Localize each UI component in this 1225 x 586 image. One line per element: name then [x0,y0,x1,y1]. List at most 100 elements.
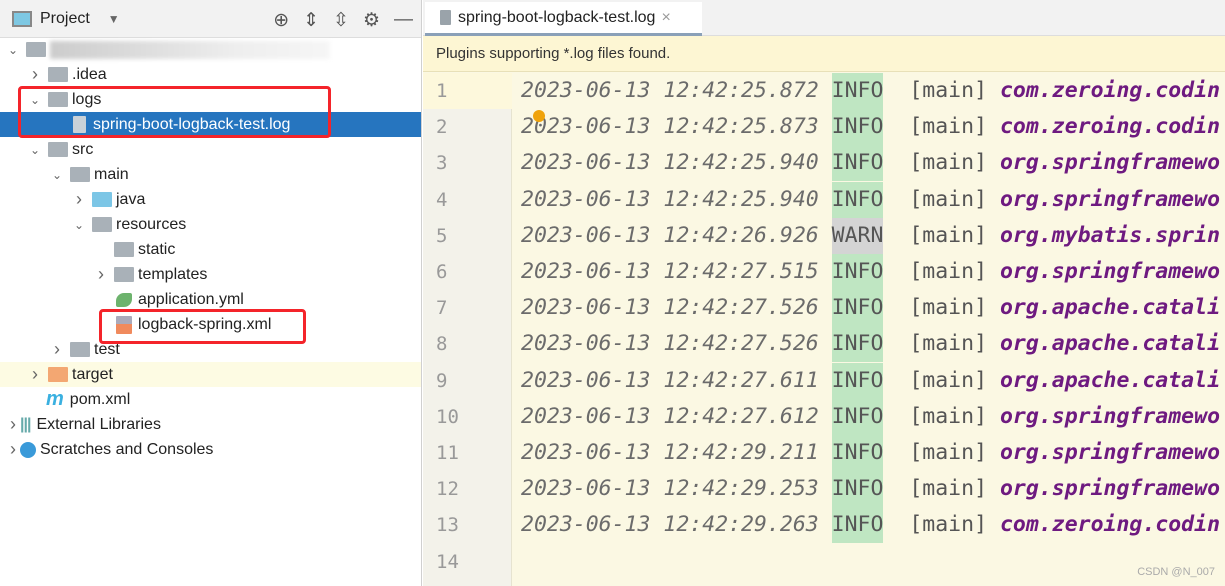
tree-item[interactable]: ⌄ [0,37,421,62]
log-level: INFO [831,145,884,182]
tree-item[interactable]: › .idea [0,62,421,87]
tree-item[interactable]: › ||| External Libraries [0,412,421,437]
logger-class: org.apache.catali [999,367,1221,393]
tree-item[interactable]: ⌄ src [0,137,421,162]
gear-icon[interactable]: ⚙ [363,9,380,32]
chevron-down-icon[interactable]: ⌄ [50,168,64,182]
logger-class: org.springframewo [999,403,1221,429]
tree-item[interactable]: m pom.xml [0,387,421,412]
log-level: INFO [831,181,884,218]
chevron-down-icon[interactable]: ▼ [108,12,120,26]
chevron-down-icon[interactable]: ⌄ [28,143,42,157]
tree-item-label: main [94,165,129,183]
log-level: INFO [831,507,884,544]
module-icon [26,42,46,57]
logger-class: com.zeroing.codin [999,78,1221,103]
folder-blue-icon [92,192,112,207]
tree-item-label: .idea [72,65,107,83]
chevron-down-icon[interactable]: ⌄ [72,218,86,232]
editor-tabs: spring-boot-logback-test.log × [423,0,1225,36]
chevron-right-icon[interactable]: › [6,439,20,460]
timestamp: 2023-06-13 12:42:25.872 [521,78,819,103]
log-line: 2023-06-13 12:42:27.515 INFO [main] org.… [521,254,1220,290]
chevron-right-icon[interactable]: › [94,264,108,285]
project-title[interactable]: Project [40,10,90,28]
thread: [main] [909,403,988,429]
line-number: 14 [436,550,459,573]
log-level: INFO [831,398,884,435]
line-number: 5 [436,224,448,247]
chevron-right-icon[interactable]: › [72,189,86,210]
line-number: 11 [436,442,459,464]
log-line: 2023-06-13 12:42:25.940 INFO [main] org.… [521,181,1220,218]
thread: [main] [909,150,988,176]
banner-text: Plugins supporting *.log files found. [436,45,671,62]
line-number: 7 [436,297,448,320]
tree-item[interactable]: › templates [0,262,421,287]
thread: [main] [909,186,988,212]
chevron-right-icon[interactable]: › [6,414,20,435]
tab-label: spring-boot-logback-test.log [458,8,656,26]
tree-item[interactable]: › target [0,362,421,387]
thread: [main] [909,259,988,284]
thread: [main] [909,78,988,103]
logger-class: org.springframewo [999,440,1221,465]
tree-item-label: java [116,190,146,208]
tree-item-label: static [138,240,176,258]
tree-item-label: application.yml [138,290,244,308]
collapse-all-icon[interactable]: ⇳ [333,9,349,32]
highlight-box-logs [18,86,331,138]
highlight-box-logback [99,309,306,344]
tree-item-label: pom.xml [69,390,131,408]
logger-class: org.apache.catali [999,295,1221,321]
log-level: INFO [831,326,884,363]
project-panel: Project ▼ ⊕ ⇕ ⇳ ⚙ — ⌄ › .idea ⌄ logs spring-b… [0,0,422,586]
scratches-icon [20,441,36,458]
tree-item-label: Scratches and Consoles [40,440,214,458]
folder-resources-icon [92,217,112,232]
tree-item[interactable]: ⌄ resources [0,212,421,237]
timestamp: 2023-06-13 12:42:29.211 [521,440,819,465]
log-line: 2023-06-13 12:42:29.253 INFO [main] org.… [521,471,1220,508]
folder-icon [70,167,90,182]
chevron-right-icon[interactable]: › [50,339,64,360]
locate-icon[interactable]: ⊕ [273,9,289,32]
chevron-right-icon[interactable]: › [28,364,42,385]
tree-item[interactable]: › java [0,187,421,212]
tree-item[interactable]: ⌄ main [0,162,421,187]
minimize-icon[interactable]: — [394,9,413,32]
tree-item-label: src [72,140,94,158]
logger-class: org.apache.catali [999,331,1221,357]
tab-log-file[interactable]: spring-boot-logback-test.log × [425,2,702,36]
log-line: 2023-06-13 12:42:29.263 INFO [main] com.… [521,507,1221,544]
log-line: 2023-06-13 12:42:29.211 INFO [main] org.… [521,435,1220,471]
chevron-down-icon[interactable]: ⌄ [6,43,20,57]
log-level: WARN [831,217,884,254]
chevron-right-icon[interactable]: › [28,64,42,85]
tree-item[interactable]: › Scratches and Consoles [0,437,421,462]
log-level: INFO [831,109,884,146]
tree-item[interactable]: static [0,237,421,262]
thread: [main] [909,222,988,248]
logger-class: com.zeroing.codin [999,512,1221,538]
log-line: 2023-06-13 12:42:25.872 INFO [main] com.… [521,73,1220,109]
file-icon [440,10,451,25]
libraries-icon: ||| [20,415,31,433]
tree-item-label: templates [138,265,208,283]
thread: [main] [909,114,988,140]
timestamp: 2023-06-13 12:42:27.526 [521,331,819,357]
log-level: INFO [831,435,884,471]
folder-orange-icon [48,367,68,382]
line-number: 8 [436,333,448,356]
line-number: 6 [436,261,448,283]
folder-icon [70,342,90,357]
spring-yml-icon [116,292,132,307]
timestamp: 2023-06-13 12:42:25.940 [521,186,819,212]
intention-bulb-icon[interactable] [533,110,545,122]
line-number: 3 [436,152,448,175]
thread: [main] [909,440,988,465]
close-icon[interactable]: × [661,9,670,27]
line-number: 4 [436,188,448,211]
timestamp: 2023-06-13 12:42:26.926 [521,222,819,248]
expand-all-icon[interactable]: ⇕ [303,9,319,32]
